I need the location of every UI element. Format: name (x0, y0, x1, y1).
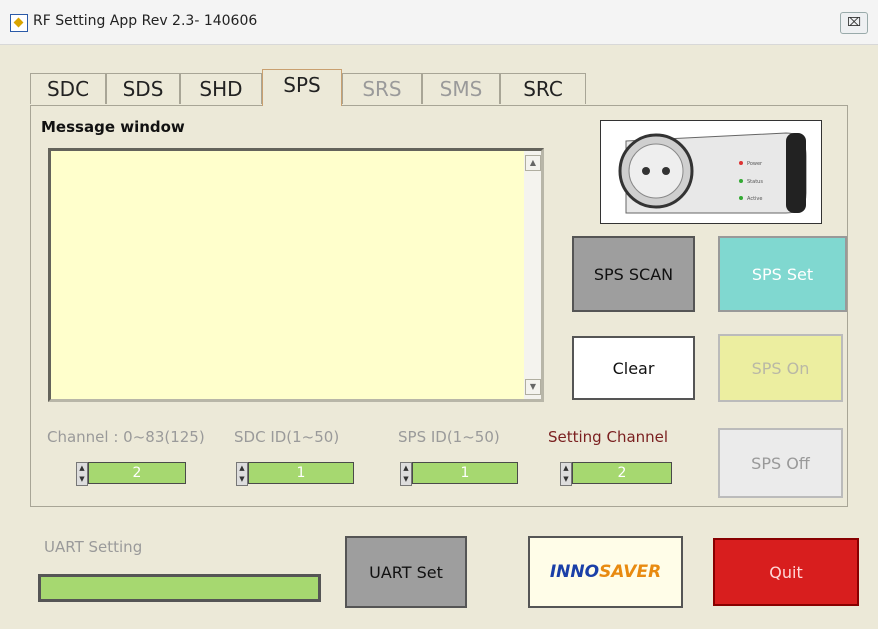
app-icon (10, 14, 28, 32)
sps-id-label: SPS ID(1~50) (398, 428, 500, 446)
sps-id-value[interactable]: 1 (412, 462, 518, 484)
tab-sds[interactable]: SDS (106, 73, 180, 104)
title-bar: RF Setting App Rev 2.3- 140606 ⌧ (0, 0, 878, 45)
window-title: RF Setting App Rev 2.3- 140606 (33, 13, 258, 29)
tab-src[interactable]: SRC (500, 73, 586, 104)
tab-sms[interactable]: SMS (422, 73, 500, 104)
sps-set-button[interactable]: SPS Set (718, 236, 847, 312)
scroll-down-icon[interactable]: ▼ (525, 379, 541, 395)
sdc-id-value[interactable]: 1 (248, 462, 354, 484)
channel-label: Channel : 0~83(125) (47, 428, 205, 446)
sdc-id-label: SDC ID(1~50) (234, 428, 340, 446)
quit-button[interactable]: Quit (713, 538, 859, 606)
channel-value[interactable]: 2 (88, 462, 186, 484)
spin-arrows-icon[interactable]: ▲ ▼ (236, 462, 248, 486)
clear-button[interactable]: Clear (572, 336, 695, 400)
sps-off-button[interactable]: SPS Off (718, 428, 843, 498)
spin-arrows-icon[interactable]: ▲ ▼ (76, 462, 88, 486)
led-label-status: Status (747, 179, 763, 185)
uart-setting-field[interactable] (38, 574, 321, 602)
message-scrollbar[interactable]: ▲ ▼ (524, 151, 541, 399)
led-label-active: Active (747, 196, 762, 202)
tab-shd[interactable]: SHD (180, 73, 262, 104)
uart-setting-label: UART Setting (44, 538, 143, 556)
tab-sps[interactable]: SPS (262, 69, 342, 106)
logo-saver-text: SAVER (599, 562, 662, 582)
spin-arrows-icon[interactable]: ▲ ▼ (560, 462, 572, 486)
spin-arrows-icon[interactable]: ▲ ▼ (400, 462, 412, 486)
uart-set-button[interactable]: UART Set (345, 536, 467, 608)
innosaver-logo[interactable]: INNO SAVER (528, 536, 683, 608)
message-window-label: Message window (41, 118, 185, 136)
setting-channel-label: Setting Channel (548, 428, 669, 446)
tab-srs[interactable]: SRS (342, 73, 422, 104)
close-button[interactable]: ⌧ (840, 12, 868, 34)
setting-channel-value[interactable]: 2 (572, 462, 672, 484)
sps-scan-button[interactable]: SPS SCAN (572, 236, 695, 312)
logo-inno-text: INNO (549, 562, 600, 582)
led-label-power: Power (747, 161, 763, 167)
sps-on-button[interactable]: SPS On (718, 334, 843, 402)
message-window[interactable]: ▲ ▼ (48, 148, 544, 402)
scroll-up-icon[interactable]: ▲ (525, 155, 541, 171)
product-image: Power Status Active (600, 120, 822, 224)
tab-sdc[interactable]: SDC (30, 73, 106, 104)
